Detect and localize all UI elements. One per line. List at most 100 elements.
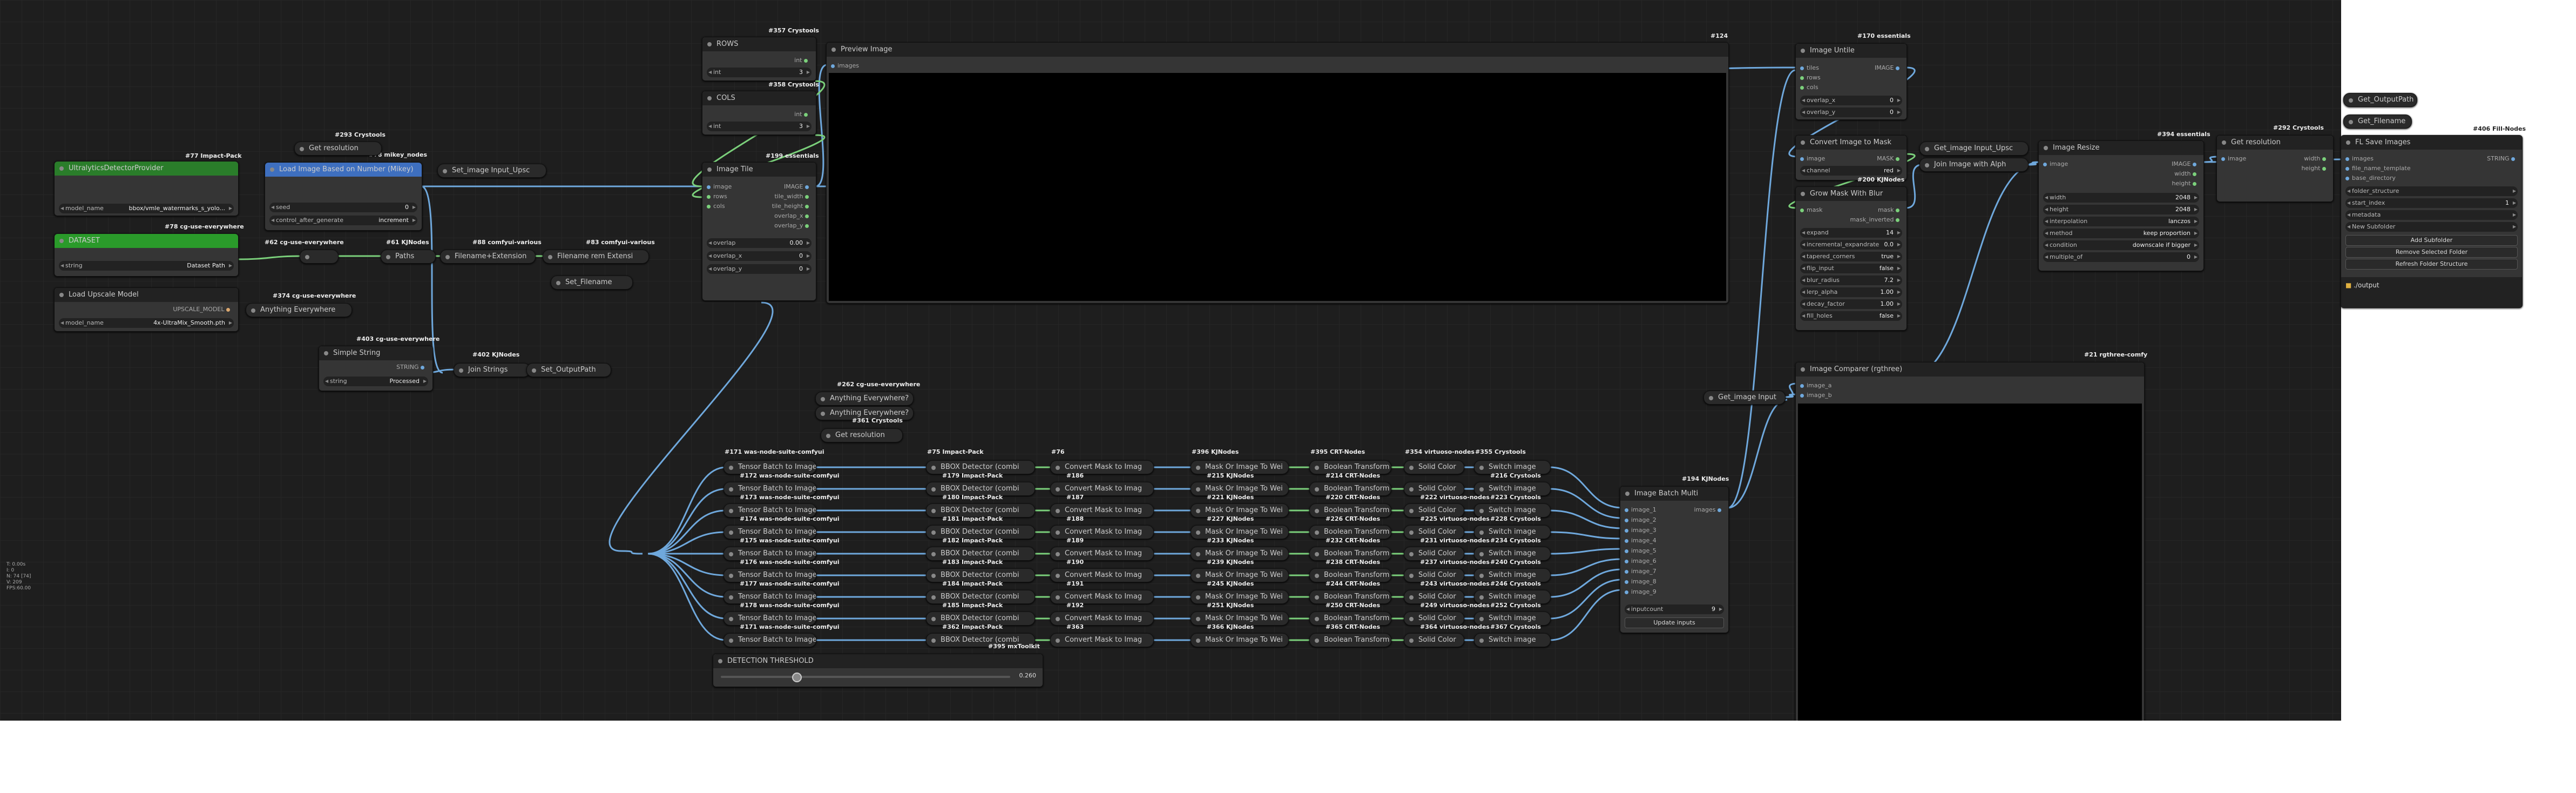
- expand-widget[interactable]: expand 14: [1800, 228, 1902, 238]
- output-slot-tile-height[interactable]: tile_height: [772, 203, 812, 210]
- input-slot-tiles[interactable]: tiles: [1800, 64, 1819, 71]
- pipeline-node[interactable]: Convert Mask to Imag: [1050, 611, 1154, 626]
- output-slot[interactable]: STRING: [2487, 155, 2518, 162]
- get-resolution-top-node[interactable]: Get resolution: [294, 142, 382, 156]
- input-slot-mask[interactable]: mask: [1800, 206, 1823, 213]
- flip-input-toggle[interactable]: flip_input false: [1800, 264, 1902, 273]
- output-slot-overlap-x[interactable]: overlap_x: [774, 212, 812, 219]
- image-untile-node[interactable]: Image Untile tiles rows cols IMAGE overl…: [1795, 43, 1907, 120]
- get-image-input-node[interactable]: Get_image Input: [1703, 391, 1786, 405]
- detection-threshold-node[interactable]: DETECTION THRESHOLD 0.260: [713, 654, 1043, 687]
- output-slot[interactable]: STRING: [396, 364, 427, 371]
- pipeline-node[interactable]: Solid Color: [1404, 633, 1464, 647]
- metadata-widget[interactable]: metadata: [2345, 210, 2518, 220]
- output-slot[interactable]: UPSCALE_MODEL: [173, 306, 233, 313]
- input-slot-image[interactable]: image: [1800, 155, 1825, 162]
- input-slot-file-name-template[interactable]: file_name_template: [2345, 165, 2411, 172]
- output-slot-tile-width[interactable]: tile_width: [774, 193, 812, 200]
- image-comparer-node[interactable]: Image Comparer (rgthree) image_a image_b: [1795, 362, 2145, 721]
- ultralytics-detector-node[interactable]: UltralyticsDetectorProvider model_name bb…: [54, 161, 239, 216]
- control-after-generate-widget[interactable]: control_after_generate increment: [269, 216, 417, 225]
- threshold-slider-thumb[interactable]: [792, 673, 802, 682]
- input-slot-rows[interactable]: rows: [1800, 74, 1821, 81]
- grow-mask-with-blur-node[interactable]: Grow Mask With Blur mask mask mask_inver…: [1795, 186, 1907, 331]
- pipeline-node[interactable]: Boolean Transform: [1309, 633, 1391, 647]
- get-outputpath-node[interactable]: Get_OutputPath: [2343, 93, 2417, 107]
- input-slot-image-5[interactable]: image_5: [1625, 547, 1657, 554]
- pipeline-node[interactable]: Mask Or Image To Wei: [1191, 633, 1289, 647]
- output-slot[interactable]: int: [794, 111, 810, 118]
- dataset-node[interactable]: DATASET string Dataset Path: [54, 233, 239, 277]
- overlap-y-widget[interactable]: overlap_y 0: [1800, 107, 1902, 117]
- input-slot-base-directory[interactable]: base_directory: [2345, 174, 2396, 182]
- load-upscale-model-node[interactable]: Load Upscale Model UPSCALE_MODEL model_n…: [54, 287, 239, 332]
- filename-remove-extension-node[interactable]: Filename rem Extensi: [543, 250, 649, 264]
- input-slot-image-7[interactable]: image_7: [1625, 568, 1657, 575]
- pipeline-node[interactable]: Convert Mask to Imag: [1050, 547, 1154, 561]
- output-slot[interactable]: IMAGE: [1875, 64, 1902, 71]
- input-slot-image-6[interactable]: image_6: [1625, 557, 1657, 564]
- folder-structure-widget[interactable]: folder_structure: [2345, 186, 2518, 196]
- preview-image-node[interactable]: Preview Image images: [826, 42, 1729, 304]
- output-slot-width[interactable]: width: [2174, 170, 2199, 177]
- input-slot-image-2[interactable]: image_2: [1625, 516, 1657, 523]
- get-resolution-right-node[interactable]: Get resolution image width height: [2216, 135, 2334, 202]
- filename-extension-node[interactable]: Filename+Extension: [440, 250, 536, 264]
- fl-save-images-node[interactable]: FL Save Images images file_name_template…: [2341, 135, 2523, 308]
- input-slot-cols[interactable]: cols: [707, 203, 725, 210]
- pipeline-node[interactable]: Convert Mask to Imag: [1050, 525, 1154, 539]
- refresh-folder-structure-button[interactable]: Refresh Folder Structure: [2345, 259, 2518, 270]
- pipeline-node[interactable]: Convert Mask to Imag: [1050, 590, 1154, 604]
- get-filename-node[interactable]: Get_Filename: [2343, 115, 2412, 129]
- folder-item[interactable]: ■ ./output: [2345, 281, 2379, 289]
- condition-select[interactable]: condition downscale if bigger: [2043, 240, 2199, 250]
- model-name-widget[interactable]: model_name 4x-UltraMix_Smooth.pth: [59, 318, 234, 328]
- image-resize-node[interactable]: Image Resize image IMAGE width height wi…: [2038, 140, 2204, 271]
- output-slot[interactable]: images: [1694, 506, 1725, 513]
- inputcount-widget[interactable]: inputcount 9: [1625, 604, 1724, 614]
- update-inputs-button[interactable]: Update inputs: [1625, 617, 1724, 628]
- string-widget[interactable]: string Processed: [323, 377, 428, 386]
- multiple-of-widget[interactable]: multiple_of 0: [2043, 252, 2199, 262]
- get-resolution-mid-node[interactable]: Get resolution: [821, 428, 903, 442]
- input-slot-image-b[interactable]: image_b: [1800, 392, 1832, 399]
- overlap-x-widget[interactable]: overlap_x 0: [1800, 96, 1902, 105]
- input-slot-images[interactable]: images: [831, 62, 859, 69]
- reroute-node[interactable]: [300, 250, 339, 264]
- convert-image-to-mask-node[interactable]: Convert Image to Mask image MASK channel…: [1795, 135, 1907, 180]
- folder-tree[interactable]: ■ ./output: [2341, 277, 2522, 307]
- output-slot-mask-inverted[interactable]: mask_inverted: [1850, 216, 1902, 223]
- tapered-corners-toggle[interactable]: tapered_corners true: [1800, 252, 1902, 261]
- incremental-expandrate-widget[interactable]: incremental_expandrate 0.0: [1800, 240, 1902, 250]
- channel-widget[interactable]: channel red: [1800, 166, 1902, 176]
- pipeline-node[interactable]: Solid Color: [1404, 460, 1464, 474]
- pipeline-node[interactable]: Convert Mask to Imag: [1050, 503, 1154, 518]
- image-tile-node[interactable]: Image Tile image rows cols IMAGE tile_wi…: [702, 162, 816, 301]
- set-outputpath-node[interactable]: Set_OutputPath: [526, 363, 611, 377]
- load-image-number-node[interactable]: Load Image Based on Number (Mikey) seed 0…: [265, 162, 422, 231]
- anything-everywhere-node[interactable]: Anything Everywhere: [246, 303, 352, 317]
- input-slot-image[interactable]: image: [2221, 155, 2246, 162]
- int-widget[interactable]: int 3: [707, 122, 812, 131]
- input-slot-images[interactable]: images: [2345, 155, 2374, 162]
- output-slot[interactable]: MASK: [1877, 155, 1902, 162]
- input-slot-image-1[interactable]: image_1: [1625, 506, 1657, 513]
- pipeline-node[interactable]: Convert Mask to Imag: [1050, 633, 1154, 647]
- output-slot-height[interactable]: height: [2301, 165, 2329, 172]
- rows-node[interactable]: ROWS int int 3: [702, 37, 816, 81]
- remove-selected-folder-button[interactable]: Remove Selected Folder: [2345, 247, 2518, 258]
- input-slot-image-8[interactable]: image_8: [1625, 578, 1657, 585]
- input-slot-image[interactable]: image: [2043, 160, 2068, 167]
- output-slot-width[interactable]: width: [2304, 155, 2329, 162]
- pipeline-node[interactable]: Tensor Batch to Image: [724, 633, 816, 647]
- height-widget[interactable]: height 2048: [2043, 205, 2199, 214]
- pipeline-node[interactable]: Convert Mask to Imag: [1050, 460, 1154, 474]
- set-image-input-node[interactable]: Set_image Input_Upsc: [437, 164, 546, 178]
- pipeline-node[interactable]: Switch image: [1474, 633, 1551, 647]
- output-slot[interactable]: int: [794, 57, 810, 64]
- input-slot-image-4[interactable]: image_4: [1625, 537, 1657, 544]
- lerp-alpha-widget[interactable]: lerp_alpha 1.00: [1800, 287, 1902, 297]
- threshold-slider-track[interactable]: [721, 673, 1010, 682]
- output-slot-mask[interactable]: mask: [1878, 206, 1902, 213]
- fill-holes-toggle[interactable]: fill_holes false: [1800, 311, 1902, 321]
